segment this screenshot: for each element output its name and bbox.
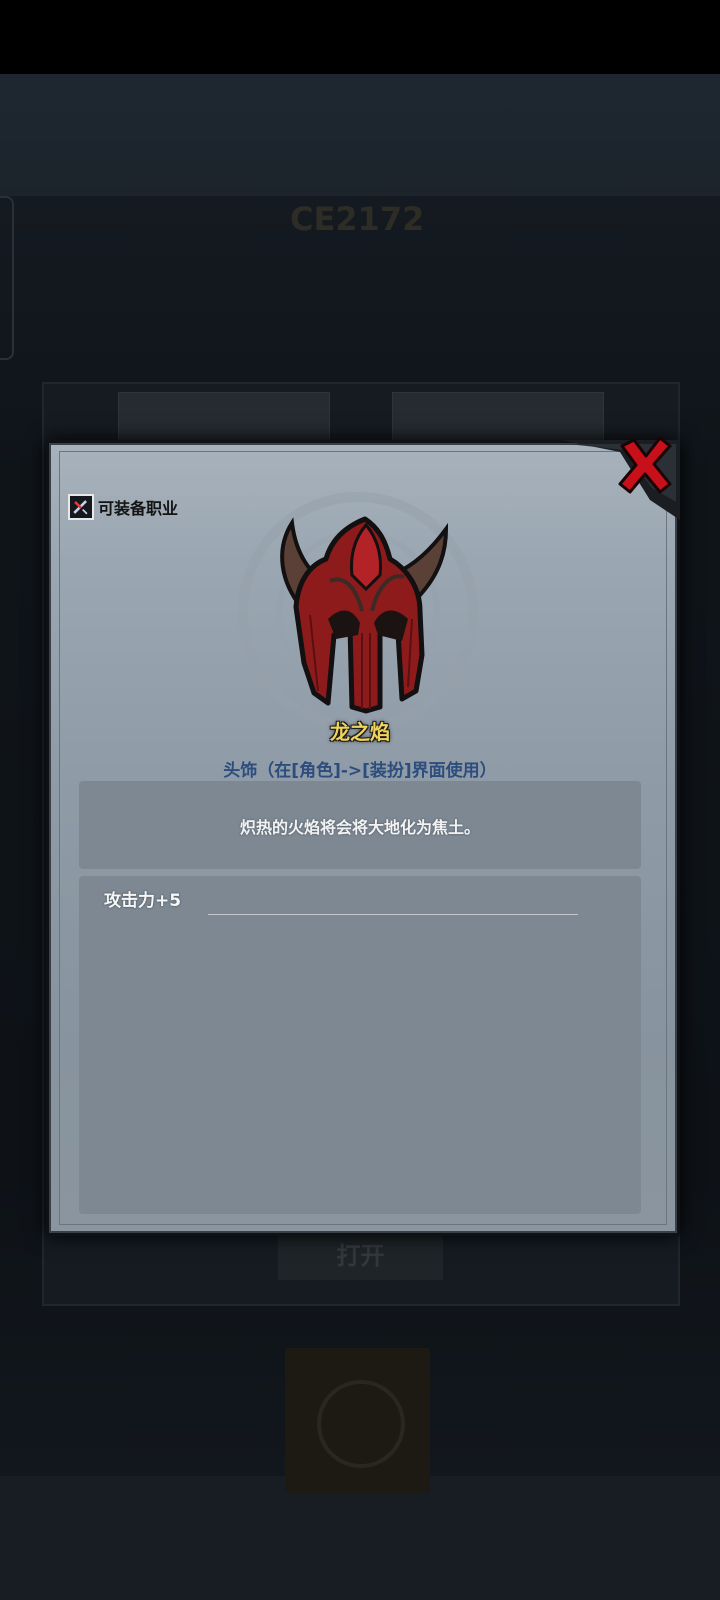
top-status-bar — [0, 0, 720, 74]
item-type: 头饰（在[角色]->[装扮]界面使用） — [223, 761, 497, 781]
combat-power-text: CE2172 — [290, 200, 425, 238]
stat-line: 攻击力+5 — [104, 891, 182, 911]
stat-divider — [208, 914, 578, 915]
job-class-icon — [68, 494, 94, 520]
equip-class-tag: 可装备职业 — [68, 494, 178, 520]
dragon-helmet-icon — [280, 516, 449, 714]
nav-emblem-ring-icon — [317, 1380, 405, 1468]
header-strip — [0, 74, 720, 196]
background-action-label: 打开 — [336, 1242, 385, 1270]
close-icon[interactable] — [612, 432, 678, 498]
bottom-nav-strip — [0, 1476, 720, 1600]
item-name: 龙之焰 — [330, 720, 390, 744]
background-tab-2 — [392, 392, 604, 444]
equip-class-label: 可装备职业 — [98, 499, 179, 518]
stats-box — [79, 876, 641, 1214]
item-description: 炽热的火焰将会将大地化为焦土。 — [239, 818, 480, 837]
side-tab — [0, 196, 14, 360]
background-tab-1 — [118, 392, 330, 444]
